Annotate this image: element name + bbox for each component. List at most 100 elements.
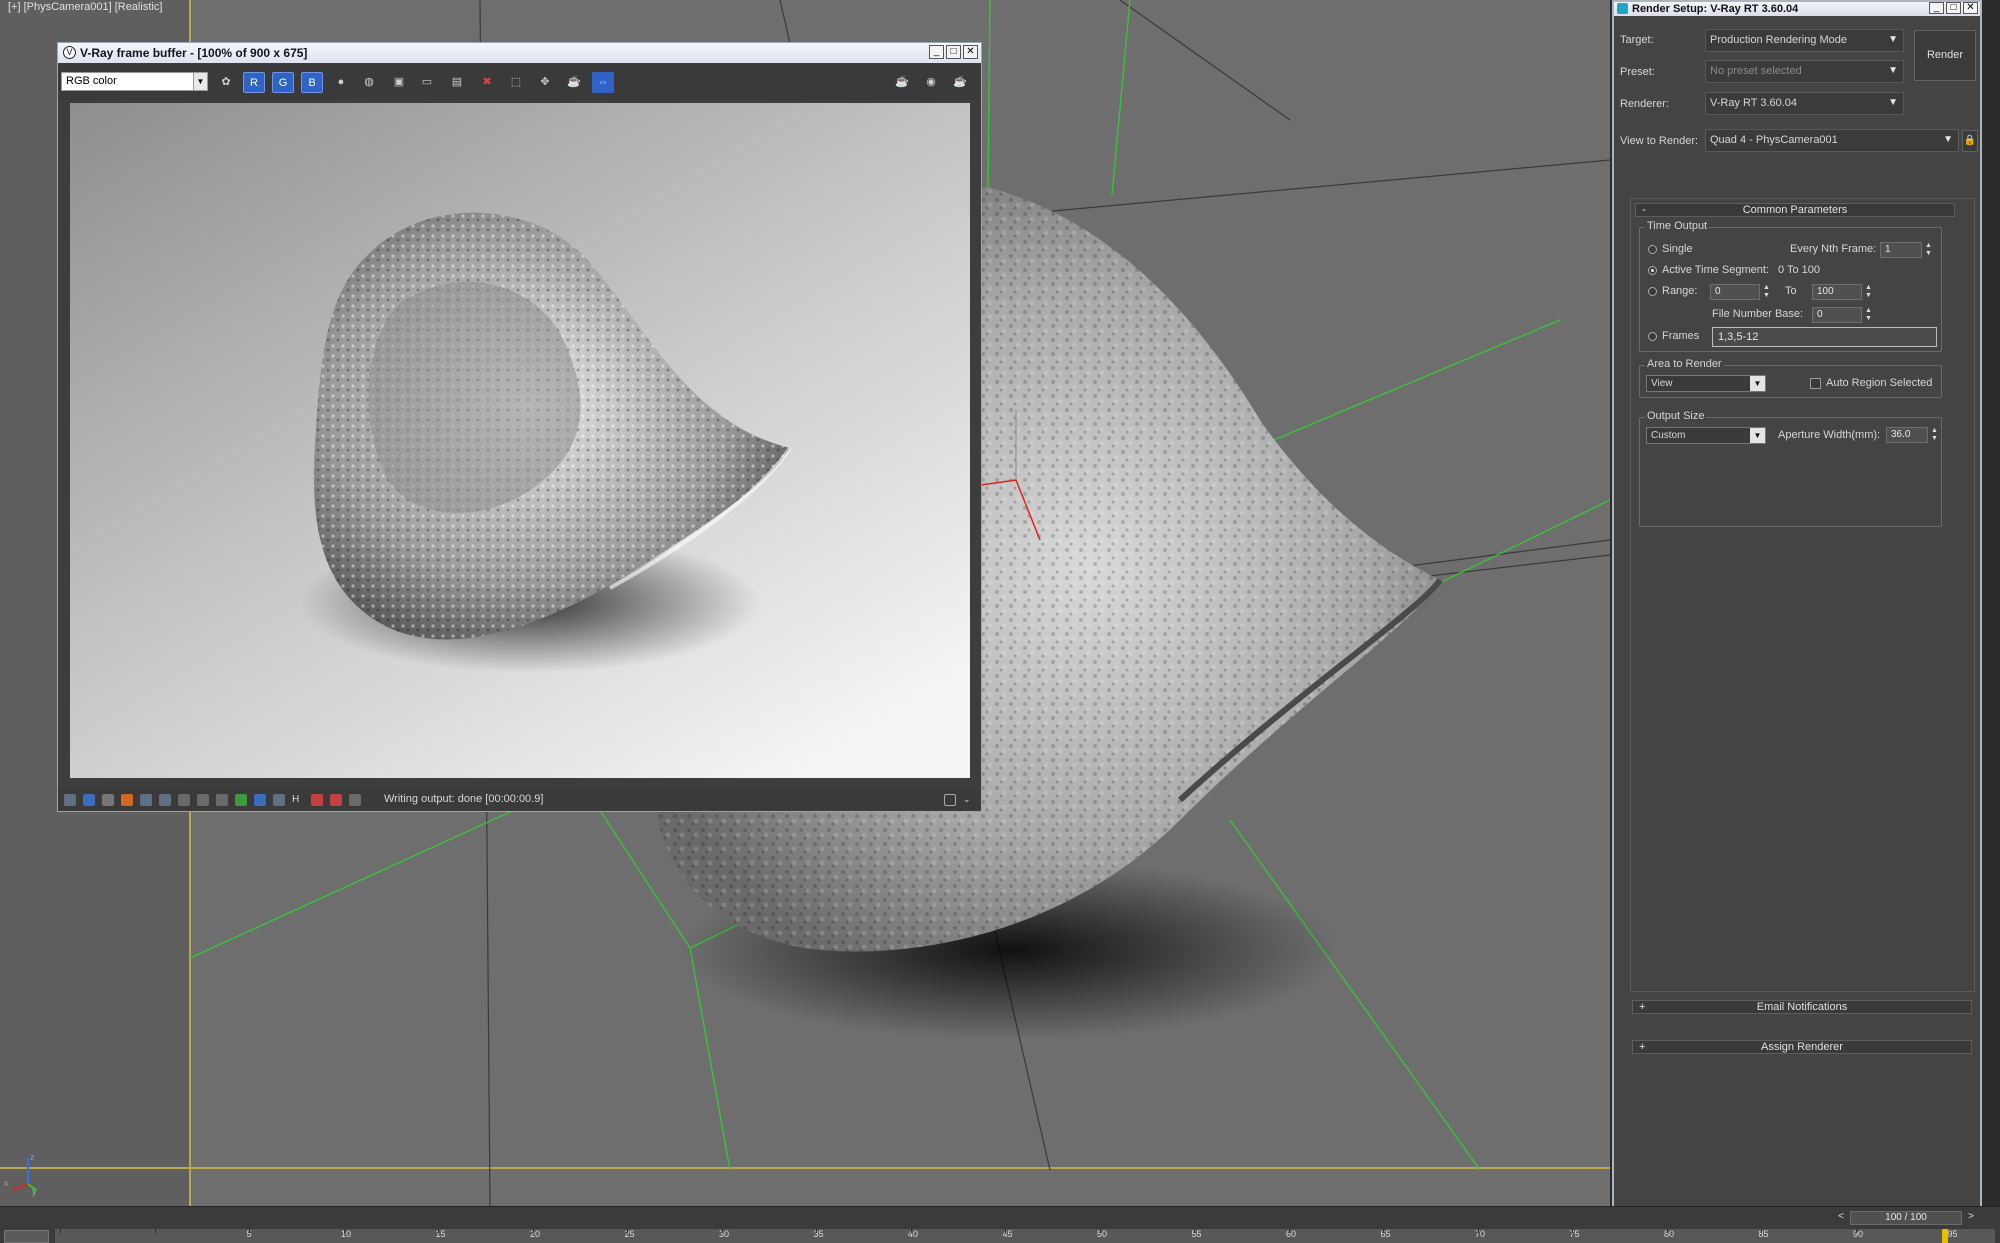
gear-icon[interactable] bbox=[216, 794, 228, 806]
aperture-width-field[interactable]: 36.0 bbox=[1886, 427, 1928, 443]
file-number-base-spinner[interactable]: ▲ ▼ bbox=[1864, 307, 1873, 323]
status-icon-1[interactable] bbox=[64, 794, 76, 806]
frames-field[interactable]: 1,3,5-12 bbox=[1712, 327, 1937, 347]
range-to-field[interactable]: 100 bbox=[1812, 284, 1862, 300]
timeline-tick-mark bbox=[532, 1229, 534, 1233]
current-frame-marker[interactable] bbox=[1942, 1229, 1948, 1243]
minimize-button[interactable]: _ bbox=[929, 45, 944, 59]
timeline-tick-label: 40 bbox=[908, 1229, 919, 1239]
timeline-tick-label: 85 bbox=[1758, 1229, 1769, 1239]
every-nth-field[interactable]: 1 bbox=[1880, 242, 1922, 258]
render-teapot-icon[interactable]: ☕ bbox=[891, 72, 913, 93]
vfb-titlebar[interactable]: V V-Ray frame buffer - [100% of 900 x 67… bbox=[58, 43, 981, 63]
rs-title: Render Setup: V-Ray RT 3.60.04 bbox=[1632, 3, 1799, 15]
rs-maximize-button[interactable]: □ bbox=[1946, 2, 1961, 14]
folder-icon[interactable]: ▭ bbox=[416, 72, 438, 93]
range-from-spinner[interactable]: ▲ ▼ bbox=[1762, 284, 1771, 300]
target-dropdown[interactable]: Production Rendering Mode ▼ bbox=[1705, 29, 1904, 52]
vray-frame-buffer-window[interactable]: V V-Ray frame buffer - [100% of 900 x 67… bbox=[57, 42, 982, 812]
chevron-down-icon: ▼ bbox=[193, 73, 207, 90]
email-notifications-rollout[interactable]: + Email Notifications bbox=[1632, 1000, 1972, 1014]
area-to-render-dropdown[interactable]: View ▼ bbox=[1646, 375, 1766, 392]
file-number-base-field[interactable]: 0 bbox=[1812, 307, 1862, 323]
renderer-dropdown[interactable]: V-Ray RT 3.60.04 ▼ bbox=[1705, 92, 1904, 115]
render-view[interactable] bbox=[70, 103, 970, 778]
channel-select-value: RGB color bbox=[66, 75, 117, 87]
viewport-label[interactable]: [+] [PhysCamera001] [Realistic] bbox=[8, 1, 162, 13]
white-circle-icon[interactable]: ● bbox=[330, 72, 352, 93]
compare-icon[interactable]: ⇔ bbox=[592, 72, 614, 93]
linear-icon[interactable] bbox=[330, 794, 342, 806]
chevron-down-icon: ▼ bbox=[1888, 65, 1898, 76]
teapot-icon[interactable]: ☕ bbox=[563, 72, 585, 93]
frames-radio[interactable] bbox=[1648, 332, 1657, 341]
vfb-toolbar: RGB color ▼ ✿ R G B ● ◍ ▣ ▭ ▤ ✖ ⬚ ✥ ☕ ⇔ … bbox=[58, 64, 981, 100]
renderer-label: Renderer: bbox=[1620, 98, 1669, 110]
stop-render-icon[interactable]: ✖ bbox=[476, 72, 498, 93]
range-from-field[interactable]: 0 bbox=[1710, 284, 1760, 300]
close-button[interactable]: ✕ bbox=[963, 45, 978, 59]
range-radio[interactable] bbox=[1648, 287, 1657, 296]
preset-dropdown[interactable]: No preset selected ▼ bbox=[1705, 60, 1904, 83]
timeline-tick-mark bbox=[627, 1229, 628, 1233]
status-icon-2[interactable] bbox=[83, 794, 95, 806]
rs-minimize-button[interactable]: _ bbox=[1929, 2, 1944, 14]
blue-channel-button[interactable]: B bbox=[301, 72, 323, 93]
green-channel-button[interactable]: G bbox=[272, 72, 294, 93]
active-time-segment-radio[interactable] bbox=[1648, 266, 1657, 275]
lens-effects-icon[interactable] bbox=[235, 794, 247, 806]
timeline-tick-mark bbox=[1099, 1229, 1101, 1233]
info-icon[interactable] bbox=[102, 794, 114, 806]
view-to-render-dropdown[interactable]: Quad 4 - PhysCamera001 ▼ bbox=[1705, 129, 1959, 152]
timeline-tick-mark bbox=[1005, 1229, 1006, 1233]
red-channel-button[interactable]: R bbox=[243, 72, 265, 93]
rs-close-button[interactable]: ✕ bbox=[1963, 2, 1978, 14]
levels-icon[interactable] bbox=[140, 794, 152, 806]
target-value: Production Rendering Mode bbox=[1710, 34, 1847, 46]
track-mouse-icon[interactable]: ✥ bbox=[534, 72, 556, 93]
output-size-dropdown[interactable]: Custom ▼ bbox=[1646, 427, 1766, 444]
h-icon[interactable]: H bbox=[292, 794, 304, 806]
timeline-tick-label: 80 bbox=[1664, 1229, 1675, 1239]
panel-icon[interactable] bbox=[944, 794, 956, 806]
pattern-icon[interactable] bbox=[197, 794, 209, 806]
single-radio[interactable] bbox=[1648, 245, 1657, 254]
render-button[interactable]: Render bbox=[1914, 30, 1976, 81]
color-wheel-icon[interactable]: ✿ bbox=[215, 72, 237, 93]
rs-titlebar[interactable]: Render Setup: V-Ray RT 3.60.04 _ □ ✕ bbox=[1614, 2, 1980, 16]
timeline-tick-label: 45 bbox=[1002, 1229, 1013, 1239]
flip-icon[interactable] bbox=[311, 794, 323, 806]
stamp-icon[interactable] bbox=[254, 794, 266, 806]
range-to-spinner[interactable]: ▲ ▼ bbox=[1864, 284, 1873, 300]
timeline-tick-mark bbox=[1572, 1229, 1573, 1233]
output-size-value: Custom bbox=[1651, 430, 1686, 441]
aperture-width-spinner[interactable]: ▲ ▼ bbox=[1930, 427, 1939, 443]
histogram-icon[interactable] bbox=[178, 794, 190, 806]
auto-region-checkbox[interactable] bbox=[1810, 378, 1821, 389]
expand-chevron-icon[interactable]: ⌄ bbox=[963, 794, 975, 806]
assign-renderer-rollout[interactable]: + Assign Renderer bbox=[1632, 1040, 1972, 1054]
region-render-icon[interactable]: ⬚ bbox=[505, 72, 527, 93]
render-setup-window[interactable]: Render Setup: V-Ray RT 3.60.04 _ □ ✕ Tar… bbox=[1612, 0, 1982, 1208]
vfb-statusbar: H Writing output: done [00:00:00.9] ⌄ bbox=[58, 789, 981, 811]
common-parameters-rollout[interactable]: - Common Parameters bbox=[1635, 203, 1955, 217]
display-icon[interactable] bbox=[273, 794, 285, 806]
maximize-button[interactable]: □ bbox=[946, 45, 961, 59]
timeline-tick-mark bbox=[1288, 1229, 1290, 1233]
channel-select[interactable]: RGB color ▼ bbox=[61, 72, 208, 91]
color-correction-icon[interactable] bbox=[121, 794, 133, 806]
clipboard-icon[interactable]: ▤ bbox=[446, 72, 468, 93]
target-label: Target: bbox=[1620, 34, 1654, 46]
timeline-tick-label: 60 bbox=[1286, 1229, 1297, 1239]
every-nth-spinner[interactable]: ▲ ▼ bbox=[1924, 242, 1933, 258]
curve-icon[interactable] bbox=[159, 794, 171, 806]
srgb-icon[interactable] bbox=[349, 794, 361, 806]
lock-icon[interactable]: 🔒 bbox=[1962, 130, 1978, 152]
sphere-icon[interactable]: ◉ bbox=[920, 72, 942, 93]
gray-circle-icon[interactable]: ◍ bbox=[358, 72, 380, 93]
save-icon[interactable]: ▣ bbox=[388, 72, 410, 93]
timeline-tick-mark bbox=[154, 1229, 156, 1233]
timeline-tick-label: 25 bbox=[624, 1229, 635, 1239]
email-notifications-title: Email Notifications bbox=[1756, 1001, 1848, 1013]
teapot-settings-icon[interactable]: ☕ bbox=[949, 72, 971, 93]
